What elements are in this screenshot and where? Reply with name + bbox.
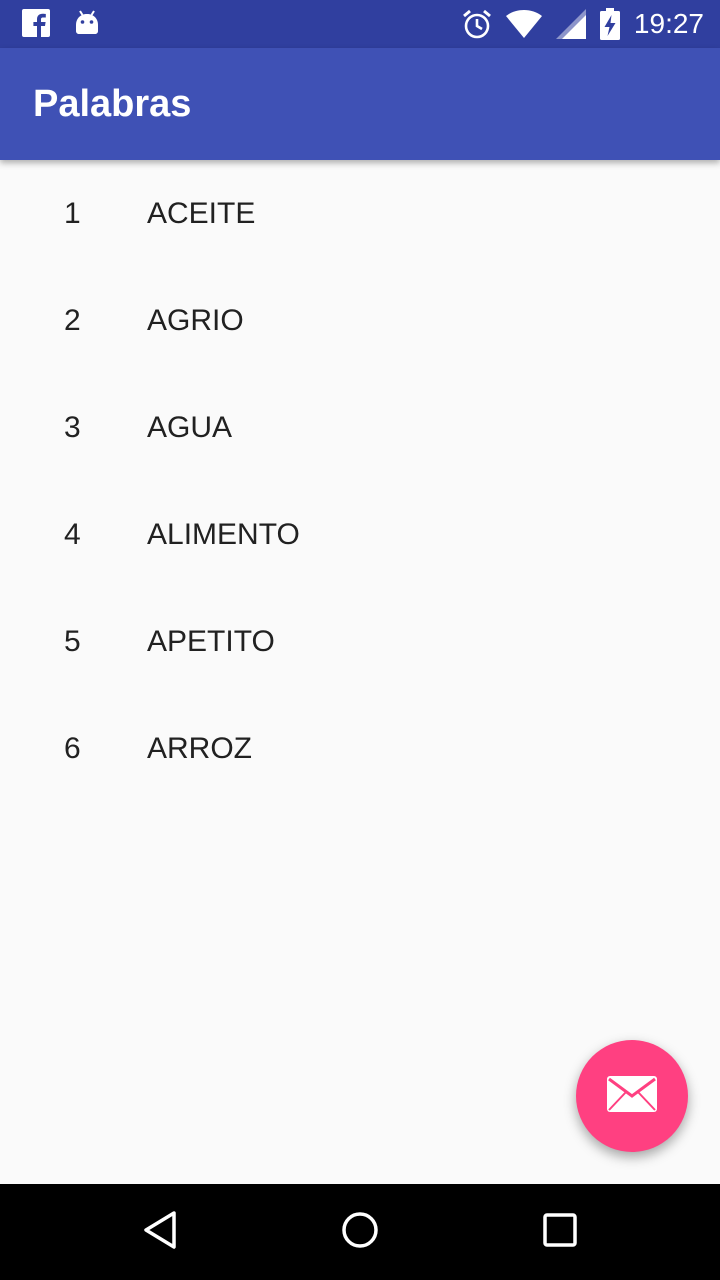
alarm-icon	[462, 8, 492, 40]
back-button[interactable]	[136, 1208, 184, 1256]
item-word: AGRIO	[147, 304, 244, 337]
cell-signal-icon	[555, 9, 586, 39]
home-button[interactable]	[336, 1208, 384, 1256]
email-fab-button[interactable]	[576, 1040, 688, 1152]
list-item[interactable]: 1 ACEITE	[0, 160, 720, 267]
item-number: 2	[64, 304, 81, 337]
item-number: 3	[64, 411, 81, 444]
status-bar: 19:27	[0, 0, 720, 48]
list-item[interactable]: 3 AGUA	[0, 374, 720, 481]
item-word: ACEITE	[147, 197, 256, 230]
item-number: 1	[64, 197, 81, 230]
item-word: ARROZ	[147, 732, 252, 765]
android-icon	[74, 9, 100, 37]
battery-charging-icon	[599, 8, 620, 40]
list-item[interactable]: 2 AGRIO	[0, 267, 720, 374]
word-list: 1 ACEITE 2 AGRIO 3 AGUA 4 ALIMENTO 5 APE…	[0, 160, 720, 802]
recents-icon	[542, 1212, 578, 1253]
wifi-icon	[505, 10, 542, 38]
item-word: APETITO	[147, 625, 275, 658]
home-icon	[340, 1210, 380, 1255]
list-item[interactable]: 5 APETITO	[0, 588, 720, 695]
item-number: 5	[64, 625, 81, 658]
item-word: ALIMENTO	[147, 518, 300, 551]
facebook-icon	[22, 9, 50, 37]
navigation-bar	[0, 1184, 720, 1280]
status-time: 19:27	[633, 8, 704, 39]
recents-button[interactable]	[536, 1208, 584, 1256]
email-icon	[607, 1075, 657, 1117]
item-word: AGUA	[147, 411, 233, 444]
list-item[interactable]: 4 ALIMENTO	[0, 481, 720, 588]
back-icon	[142, 1210, 178, 1255]
app-bar: Palabras	[0, 48, 720, 160]
item-number: 4	[64, 518, 81, 551]
item-number: 6	[64, 732, 81, 765]
page-title: Palabras	[33, 83, 192, 125]
list-item[interactable]: 6 ARROZ	[0, 695, 720, 802]
